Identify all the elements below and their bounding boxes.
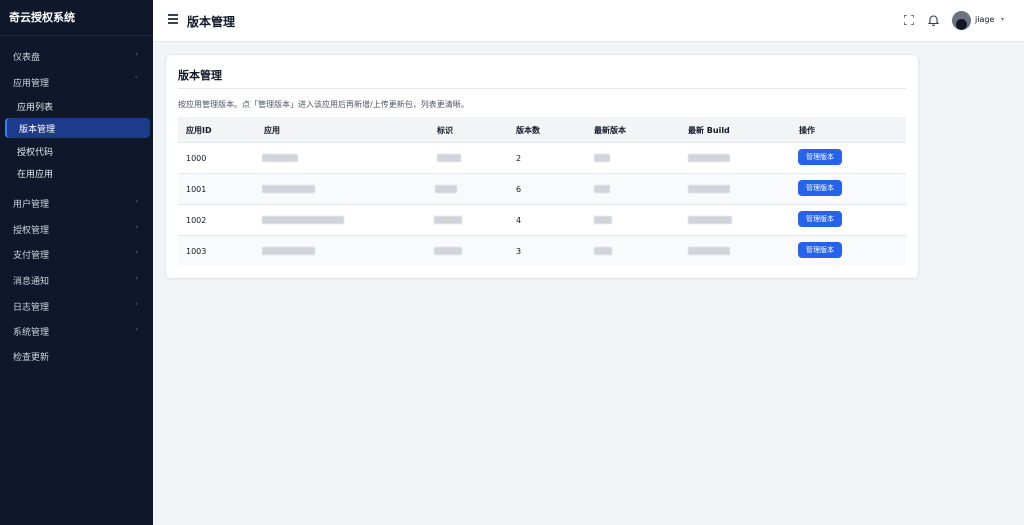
sidebar-subitem-label: 授权代码 (17, 148, 54, 158)
manage-versions-button[interactable]: 管理版本 (798, 149, 842, 165)
fullscreen-icon[interactable] (904, 15, 914, 25)
sidebar-item-label: 授权管理 (13, 226, 50, 236)
chevron-right-icon: › (135, 325, 138, 333)
redacted-app-name (262, 185, 315, 193)
chevron-right-icon: › (135, 50, 138, 58)
page-title: 版本管理 (187, 15, 236, 29)
manage-versions-button[interactable]: 管理版本 (798, 242, 842, 258)
version-count-cell: 2 (516, 154, 522, 163)
manage-versions-button[interactable]: 管理版本 (798, 180, 842, 196)
column-header-latest-version: 最新版本 (594, 126, 626, 135)
redacted-latest-version (594, 185, 610, 193)
chevron-right-icon: › (135, 197, 138, 205)
chevron-right-icon: › (135, 274, 138, 282)
sidebar-item-label: 应用管理 (13, 79, 50, 89)
sidebar: 奇云授权系统 仪表盘 › 应用管理 ˅ 应用列表 版本管理 授权代码 在用应用 … (0, 0, 153, 525)
table-row: 1000 2 管理版本 (178, 142, 906, 173)
column-header-latest-build: 最新 Build (688, 126, 730, 135)
app-id-cell: 1003 (186, 247, 207, 256)
avatar[interactable] (952, 11, 971, 30)
card-description: 按应用管理版本。点「管理版本」进入该应用后再新增/上传更新包，列表更清晰。 (178, 100, 469, 109)
sidebar-subitem-label: 应用列表 (17, 103, 54, 113)
redacted-identifier (434, 247, 462, 255)
manage-versions-button[interactable]: 管理版本 (798, 211, 842, 227)
redacted-latest-build (688, 247, 730, 255)
redacted-app-name (262, 154, 298, 162)
column-header-identifier: 标识 (437, 126, 453, 135)
redacted-identifier (435, 185, 457, 193)
card-title: 版本管理 (178, 69, 222, 82)
redacted-latest-version (594, 247, 612, 255)
bell-icon[interactable] (928, 14, 939, 26)
redacted-latest-build (688, 185, 730, 193)
table-row: 1002 4 管理版本 (178, 204, 906, 235)
version-management-card: 版本管理 按应用管理版本。点「管理版本」进入该应用后再新增/上传更新包，列表更清… (165, 54, 919, 279)
redacted-app-name (262, 247, 315, 255)
redacted-identifier (437, 154, 461, 162)
redacted-latest-build (688, 154, 730, 162)
divider (178, 88, 906, 89)
redacted-latest-build (688, 216, 732, 224)
sidebar-subitem-app-list[interactable]: 应用列表 (5, 96, 148, 116)
column-header-app: 应用 (264, 126, 280, 135)
redacted-latest-version (594, 154, 610, 162)
version-count-cell: 4 (516, 216, 522, 225)
chevron-right-icon: › (135, 223, 138, 231)
sidebar-subitem-label: 在用应用 (17, 170, 54, 180)
sidebar-item-label: 日志管理 (13, 303, 50, 313)
table-header: 应用ID 应用 标识 版本数 最新版本 最新 Build 操作 (178, 117, 906, 142)
chevron-down-icon: ˅ (134, 76, 139, 84)
sidebar-item-label: 检查更新 (13, 353, 50, 363)
redacted-latest-version (594, 216, 612, 224)
redacted-identifier (434, 216, 462, 224)
sidebar-item-label: 支付管理 (13, 251, 50, 261)
chevron-right-icon: › (135, 300, 138, 308)
column-header-actions: 操作 (799, 126, 815, 135)
versions-table: 应用ID 应用 标识 版本数 最新版本 最新 Build 操作 1000 2 管… (178, 117, 906, 266)
chevron-down-icon[interactable]: ▾ (1001, 16, 1004, 23)
redacted-app-name (262, 216, 344, 224)
column-header-app-id: 应用ID (186, 126, 212, 135)
table-row: 1003 3 管理版本 (178, 235, 906, 266)
app-id-cell: 1002 (186, 216, 207, 225)
column-header-version-count: 版本数 (516, 126, 540, 135)
menu-toggle-icon[interactable] (168, 14, 178, 26)
table-row: 1001 6 管理版本 (178, 173, 906, 204)
app-id-cell: 1001 (186, 185, 207, 194)
top-bar: 版本管理 jiage ▾ (153, 0, 1024, 42)
sidebar-item-label: 用户管理 (13, 200, 50, 210)
app-id-cell: 1000 (186, 154, 207, 163)
sidebar-item-label: 系统管理 (13, 328, 50, 338)
version-count-cell: 6 (516, 185, 522, 194)
sidebar-subitem-license-code[interactable]: 授权代码 (5, 141, 148, 161)
username[interactable]: jiage (975, 15, 994, 24)
version-count-cell: 3 (516, 247, 522, 256)
sidebar-subitem-label: 版本管理 (19, 125, 56, 135)
chevron-right-icon: › (135, 248, 138, 256)
sidebar-subitem-active-apps[interactable]: 在用应用 (5, 163, 148, 183)
brand-logo-text: 奇云授权系统 (0, 0, 153, 36)
sidebar-item-label: 消息通知 (13, 277, 50, 287)
sidebar-subitem-version-management[interactable]: 版本管理 (5, 118, 150, 138)
sidebar-item-label: 仪表盘 (13, 53, 41, 63)
